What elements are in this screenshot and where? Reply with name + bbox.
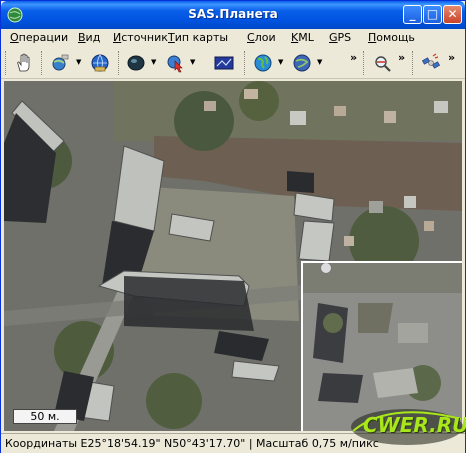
gps-overflow-chevron[interactable]: » [448,51,455,64]
map-button[interactable] [87,51,113,75]
earth-button[interactable] [250,51,276,75]
app-window: SAS.Планета _ □ ✕ Операции Вид Источник … [0,0,466,453]
toolbar-grip[interactable] [41,51,44,75]
menu-kml[interactable]: KML [291,31,314,44]
map-view[interactable]: 50 м. [4,81,462,431]
menu-operations[interactable]: Операции [10,31,68,44]
maximize-button[interactable]: □ [423,5,442,24]
hand-pan-button[interactable] [11,51,37,75]
zoom-button[interactable] [369,51,395,75]
title-bar[interactable]: SAS.Планета _ □ ✕ [1,1,465,29]
cwer-watermark: CWER.RU [349,401,466,451]
sphere-layers-icon [127,55,145,71]
map-globe-icon [91,54,109,72]
earth-dropdown-arrow[interactable]: ▼ [278,57,286,67]
coordinates-readout: Координаты E25°18'54.19" N50°43'17.70" |… [5,437,379,450]
watermark-text: CWER.RU [363,413,466,437]
source-dropdown-arrow[interactable]: ▼ [76,57,84,67]
layers-dropdown-arrow[interactable]: ▼ [151,57,159,67]
toolbar-grip[interactable] [244,51,247,75]
globe-dropdown-arrow[interactable]: ▼ [317,57,325,67]
menu-help[interactable]: Помощь [368,31,415,44]
marker-button[interactable] [162,51,188,75]
menu-gps[interactable]: GPS [329,31,351,44]
screen-icon [214,56,234,70]
gps-satellite-icon [421,53,441,69]
menu-layers[interactable]: Слои [247,31,276,44]
main-toolbar: ▼ ▼ ▼ ▼ ▼ » » » [1,47,465,79]
window-title: SAS.Планета [188,7,278,21]
satellite-source-icon [52,54,69,71]
earth-globe-icon [254,54,272,72]
menu-view[interactable]: Вид [78,31,100,44]
toolbar-grip[interactable] [363,51,366,75]
zoom-overflow-chevron[interactable]: » [398,51,405,64]
marker-icon [167,55,183,73]
gps-button[interactable] [418,51,444,75]
toolbar-grip[interactable] [5,51,8,75]
globe-menu-icon [293,54,311,72]
toolbar-grip[interactable] [412,51,415,75]
menu-map-type[interactable]: Тип карты [168,31,228,44]
screen-button[interactable] [211,51,237,75]
layers-sphere-button[interactable] [123,51,149,75]
menu-source[interactable]: Источник [113,31,168,44]
globe-menu-button[interactable] [289,51,315,75]
minimap-close-icon[interactable] [320,263,332,274]
hand-pan-icon [17,53,30,72]
source-button[interactable] [47,51,73,75]
minimize-button[interactable]: _ [403,5,422,24]
menu-bar: Операции Вид Источник Тип карты Слои KML… [1,29,465,47]
marker-dropdown-arrow[interactable]: ▼ [190,57,198,67]
toolbar-grip[interactable] [118,51,121,75]
close-button[interactable]: ✕ [443,5,462,24]
toolbar-overflow-chevron[interactable]: » [350,51,357,64]
scale-bar: 50 м. [13,409,77,424]
zoom-magnifier-icon [375,56,391,72]
